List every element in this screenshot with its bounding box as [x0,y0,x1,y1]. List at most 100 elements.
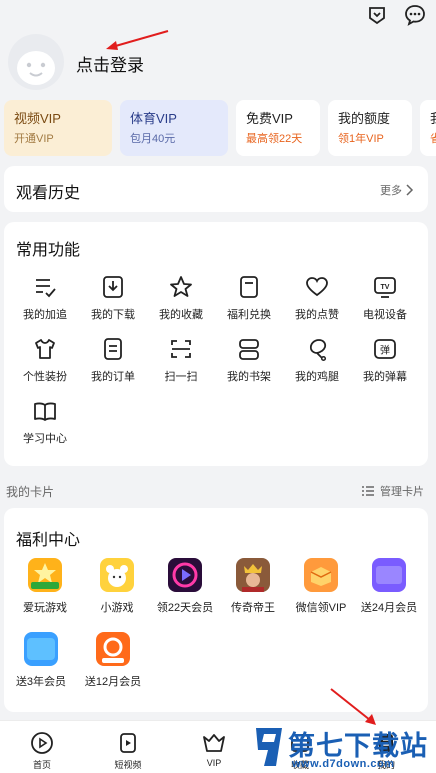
vip-card-subtitle: 最高领22天 [246,133,303,145]
welfare-item[interactable]: 传奇帝王 [219,558,287,615]
function-label: 电视设备 [363,309,407,321]
vip-free-icon [24,632,58,666]
watermark: 第七下载站 www.d7down.com [250,722,436,773]
star-icon [170,276,192,297]
watermark-logo [256,728,282,766]
function-label: 我的订单 [91,371,135,383]
welfare-item[interactable]: 领22天会员 [151,558,219,615]
watch-history-card[interactable]: 观看历史 更多 [4,166,428,212]
welfare-label: 送12月会员 [84,676,142,688]
welfare-title: 福利中心 [16,532,81,549]
tab-vip[interactable]: VIP [184,731,244,768]
vip-card-title: 我 [430,110,436,127]
function-item[interactable]: 我的下载 [79,274,147,322]
my-cards-title: 我的卡片 [6,485,55,499]
manage-cards-label: 管理卡片 [380,486,424,498]
function-label: 福利兑换 [227,309,271,321]
vip-card-title: 免费VIP [246,111,293,126]
tab-label: 短视频 [114,760,142,770]
function-label: 我的下载 [91,309,135,321]
bookshelf-icon [239,339,259,360]
welfare-label: 微信领VIP [295,602,347,614]
free-vip-card[interactable]: 免费VIP 最高领22天 [236,100,320,156]
home-play-icon [31,732,53,754]
scan-icon [171,340,191,358]
tab-short-video[interactable]: 短视频 [98,731,158,771]
avatar[interactable] [8,34,64,90]
function-item[interactable]: 扫一扫 [147,336,215,384]
welfare-label: 爱玩游戏 [23,602,67,614]
more-link[interactable]: 更多 [380,182,414,198]
list-check-icon [36,279,56,298]
welfare-item[interactable]: 微信领VIP [287,558,355,615]
function-item[interactable]: 弹 我的弹幕 [351,336,419,384]
function-item[interactable]: TV 电视设备 [351,274,419,322]
function-label: 我的书架 [227,371,271,383]
common-functions-card: 常用功能 我的加追 我的下载 我的收藏 福利兑换 我的点赞 TV 电视设备 个性… [4,222,428,466]
function-item[interactable]: 学习中心 [11,398,79,446]
partial-card[interactable]: 我 省 [420,100,436,156]
manage-cards-link[interactable]: 管理卡片 [361,483,424,499]
function-item[interactable]: 我的加追 [11,274,79,322]
function-label: 我的点赞 [295,309,339,321]
tv-icon: TV [374,277,396,298]
danmaku-icon: 弹 [374,339,396,359]
sports-vip-card[interactable]: 体育VIP 包月40元 [120,100,228,156]
coupon-icon [240,276,258,298]
short-video-icon [120,733,136,753]
function-label: 扫一扫 [164,371,198,383]
common-functions-title: 常用功能 [16,242,81,259]
annotation-arrow [330,688,376,725]
heart-icon [306,277,328,297]
function-label: 学习中心 [23,433,67,445]
my-quota-card[interactable]: 我的额度 领1年VIP [328,100,412,156]
danmaku-icon-text: 弹 [380,344,390,357]
vip-card-title: 体育VIP [130,111,177,126]
watermark-url: www.d7down.com [292,758,395,770]
shield-message-icon[interactable] [366,4,388,26]
function-item[interactable]: 我的鸡腿 [283,336,351,384]
function-item[interactable]: 我的收藏 [147,274,215,322]
welfare-item[interactable]: 小游戏 [83,558,151,615]
vip-24-icon [372,558,406,592]
login-link[interactable]: 点击登录 [76,51,144,76]
function-label: 个性装扮 [23,371,67,383]
function-item[interactable]: 福利兑换 [215,274,283,322]
video-vip-card[interactable]: 视频VIP 开通VIP [4,100,112,156]
welfare-label: 送24月会员 [360,602,418,614]
watch-history-title: 观看历史 [16,185,81,202]
annotation-arrow [106,30,169,50]
chat-icon[interactable] [404,4,426,26]
gift-icon [304,558,338,592]
book-icon [34,402,56,421]
welfare-item[interactable]: 送12月会员 [79,632,147,689]
drumstick-icon [309,339,327,362]
function-item[interactable]: 我的书架 [215,336,283,384]
vip-card-subtitle: 省 [430,133,436,145]
tv-icon-text: TV [381,284,390,291]
vip-card-title: 我的额度 [338,111,391,126]
tab-home[interactable]: 首页 [12,731,72,771]
vip-12-icon [96,632,130,666]
mini-game-icon [100,558,134,592]
shirt-icon [35,339,55,359]
function-item[interactable]: 我的点赞 [283,274,351,322]
function-item[interactable]: 我的订单 [79,336,147,384]
function-label: 我的加追 [23,309,67,321]
game-icon [28,558,62,592]
profile-header: 点击登录 [0,30,436,94]
welfare-label: 送3年会员 [15,676,67,688]
welfare-label: 传奇帝王 [231,602,275,614]
list-icon [362,486,374,496]
welfare-label: 领22天会员 [156,602,214,614]
welfare-item[interactable]: 送3年会员 [7,632,75,689]
function-item[interactable]: 个性装扮 [11,336,79,384]
welfare-item[interactable]: 送24月会员 [355,558,423,615]
chevron-right-icon [406,184,414,196]
vip-card-subtitle: 领1年VIP [338,133,384,145]
welfare-item[interactable]: 爱玩游戏 [11,558,79,615]
king-icon [236,558,270,592]
vip-cards-row: 视频VIP 开通VIP 体育VIP 包月40元 免费VIP 最高领22天 我的额… [0,100,436,156]
order-icon [104,338,122,360]
default-avatar-icon [17,51,55,85]
